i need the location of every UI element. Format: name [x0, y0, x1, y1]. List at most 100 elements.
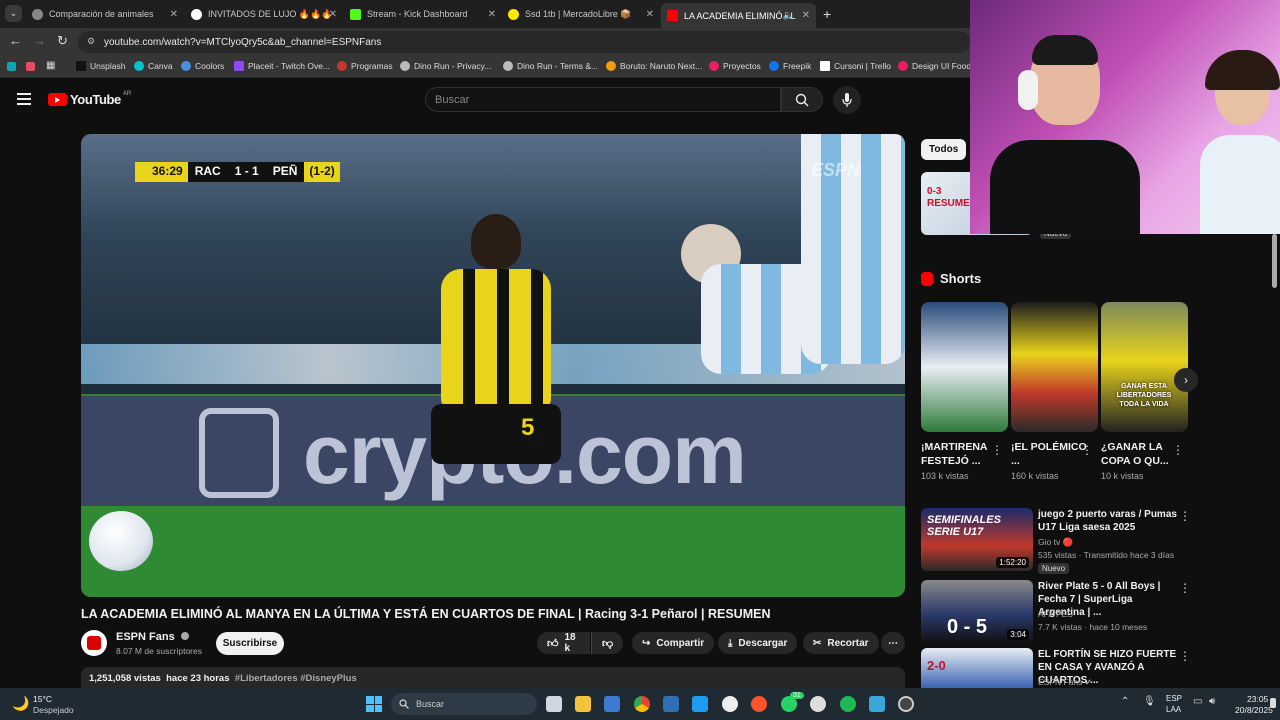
microphone-icon[interactable]: 🎙︎ — [1143, 696, 1156, 707]
tab-invitados[interactable]: INVITADOS DE LUJO 🔥🔥🔥 ✕ — [191, 4, 337, 24]
spotify-icon[interactable] — [840, 696, 856, 712]
bookmark-icon[interactable] — [7, 62, 16, 71]
more-actions-button[interactable]: ⋯ — [881, 632, 905, 654]
like-button[interactable]: 👍︎ 18 k — [537, 632, 590, 654]
openai-icon[interactable] — [810, 696, 826, 712]
reload-icon[interactable]: ↻ — [57, 33, 68, 49]
bookmark-design-ui[interactable]: Design UI Food — [898, 61, 971, 71]
video-player[interactable]: crypto.com 5 36:29 RAC 1 - 1 PEÑ (1-2) E… — [81, 134, 905, 597]
tab-mercadolibre[interactable]: Ssd 1tb | MercadoLibre 📦 ✕ — [508, 4, 654, 24]
more-vertical-icon[interactable]: ⋮ — [1081, 443, 1093, 457]
recommendation-thumb-2[interactable]: 0 - 5 3:04 — [921, 580, 1033, 643]
app-icon[interactable] — [663, 696, 679, 712]
bookmark-boruto[interactable]: Boruto: Naruto Next... — [606, 61, 702, 71]
close-icon[interactable]: ✕ — [646, 9, 654, 20]
short-views-3: 10 k vistas — [1101, 471, 1144, 481]
weather-temp[interactable]: 15°C — [33, 694, 52, 704]
bookmark-proyectos[interactable]: Proyectos — [709, 61, 761, 71]
short-title-3[interactable]: ¿GANAR LA COPA O QU... — [1101, 440, 1177, 468]
recommendation-thumb-3[interactable]: 2-0 — [921, 648, 1033, 688]
close-icon[interactable]: ✕ — [329, 9, 337, 20]
subscribe-button[interactable]: Suscribirse — [216, 632, 284, 655]
start-button[interactable] — [366, 696, 382, 712]
bookmark-canva[interactable]: Canva — [134, 61, 173, 71]
chip-todos[interactable]: Todos — [921, 139, 967, 160]
scissors-icon: ✂ — [813, 637, 822, 649]
bookmark-dino-privacy[interactable]: Dino Run - Privacy... — [400, 61, 491, 71]
taskbar-search[interactable]: Buscar — [391, 693, 537, 715]
app-icon[interactable] — [869, 696, 885, 712]
recommendation-channel-1[interactable]: Gio tv 🔴 — [1038, 537, 1073, 548]
page-scrollbar[interactable] — [1272, 234, 1277, 288]
bookmark-coolors[interactable]: Coolors — [181, 61, 224, 71]
apps-grid-icon[interactable]: ▦ — [46, 60, 55, 71]
more-vertical-icon[interactable]: ⋮ — [1179, 649, 1191, 663]
bookmark-unsplash[interactable]: Unsplash — [76, 61, 125, 71]
voice-search-button[interactable] — [833, 86, 861, 114]
tab-academia[interactable]: LA ACADEMIA ELIMINÓ AL 🔈 ✕ — [661, 3, 816, 28]
tab-search-icon[interactable]: ⌄ — [5, 5, 22, 22]
speaker-icon[interactable]: 🔈 — [783, 10, 794, 21]
share-button[interactable]: ↪ Compartir — [632, 632, 715, 654]
short-thumb-1[interactable] — [921, 302, 1008, 432]
more-vertical-icon[interactable]: ⋮ — [1179, 581, 1191, 595]
description-box[interactable]: 1,251,058 vistas hace 23 horas #Libertad… — [81, 667, 905, 688]
dislike-button[interactable]: 👎︎ — [591, 632, 623, 654]
channel-name[interactable]: ESPN Fans — [116, 631, 189, 643]
file-explorer-icon[interactable] — [575, 696, 591, 712]
github-icon[interactable] — [722, 696, 738, 712]
short-title-2[interactable]: ¡EL POLÉMICO ... — [1011, 440, 1087, 468]
short-thumb-2[interactable] — [1011, 302, 1098, 432]
chrome-icon[interactable] — [634, 696, 650, 712]
webcam-overlay — [970, 0, 1280, 234]
short-title-1[interactable]: ¡MARTIRENA FESTEJÓ ... — [921, 440, 997, 468]
notifications-icon[interactable] — [1270, 698, 1276, 708]
bookmark-freepik[interactable]: Freepik — [769, 61, 811, 71]
new-tab-button[interactable]: + — [823, 6, 831, 22]
search-button[interactable] — [781, 87, 823, 112]
bookmark-trello[interactable]: Cursoni | Trello — [820, 61, 891, 71]
clock-time[interactable]: 23:05 — [1247, 694, 1268, 704]
more-vertical-icon[interactable]: ⋮ — [991, 443, 1003, 457]
back-icon[interactable]: ← — [9, 33, 22, 48]
volume-icon[interactable]: 🔊︎ — [1209, 696, 1215, 707]
shorts-next-button[interactable]: › — [1174, 368, 1198, 392]
url-field[interactable]: ⚙ youtube.com/watch?v=MTClyoQry5c&ab_cha… — [78, 31, 970, 53]
forward-icon[interactable]: → — [33, 33, 46, 48]
more-vertical-icon[interactable]: ⋮ — [1172, 443, 1184, 457]
recommendation-channel-2[interactable]: AFA PES — [1038, 609, 1073, 619]
clip-button[interactable]: ✂ Recortar — [803, 632, 879, 654]
recommendation-thumb-1[interactable]: SEMIFINALES SERIE U17 1:52:20 — [921, 508, 1033, 571]
tab-comparacion[interactable]: Comparación de animales ✕ — [32, 4, 178, 24]
boruto-icon — [606, 61, 616, 71]
close-icon[interactable]: ✕ — [802, 10, 810, 21]
close-icon[interactable]: ✕ — [170, 9, 178, 20]
close-icon[interactable]: ✕ — [488, 9, 496, 20]
globe-icon — [32, 8, 43, 20]
download-button[interactable]: ⤓ Descargar — [718, 632, 798, 654]
vscode-icon[interactable] — [692, 696, 708, 712]
bookmark-placeit[interactable]: Placeit - Twitch Ove... — [234, 61, 330, 71]
more-vertical-icon[interactable]: ⋮ — [1179, 509, 1191, 523]
youtube-logo[interactable]: YouTube AR — [48, 91, 131, 107]
recommendation-channel-3[interactable]: ESPN Fans ✔ — [1038, 677, 1092, 688]
brave-icon[interactable] — [751, 696, 767, 712]
bookmark-icon[interactable] — [26, 62, 35, 71]
scoreboard-logo — [135, 162, 147, 182]
recommendation-title-1[interactable]: juego 2 puerto varas / Pumas U17 Liga sa… — [1038, 508, 1178, 534]
pitch-grass — [81, 506, 905, 597]
menu-icon[interactable] — [17, 93, 31, 105]
display-icon[interactable]: ▭ — [1193, 696, 1202, 707]
search-input[interactable]: Buscar — [425, 87, 781, 112]
task-view-icon[interactable] — [546, 696, 562, 712]
short-thumb-3[interactable]: GANAR ESTA LIBERTADORES TODA LA VIDA — [1101, 302, 1188, 432]
language-indicator[interactable]: ESP — [1166, 694, 1182, 703]
store-icon[interactable] — [604, 696, 620, 712]
chevron-up-icon[interactable]: ⌃ — [1121, 696, 1129, 707]
tab-kick-dashboard[interactable]: Stream - Kick Dashboard ✕ — [350, 4, 496, 24]
bookmark-dino-terms[interactable]: Dino Run - Terms &... — [503, 61, 598, 71]
bookmark-programas[interactable]: Programas — [337, 61, 393, 71]
site-info-icon[interactable]: ⚙ — [87, 36, 95, 47]
channel-avatar[interactable] — [81, 630, 107, 656]
obs-icon[interactable] — [898, 696, 914, 712]
